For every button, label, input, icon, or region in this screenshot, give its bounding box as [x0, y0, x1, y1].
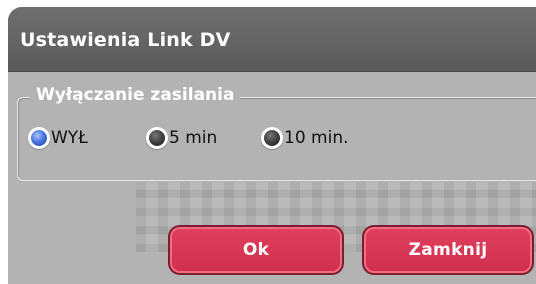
radio-label-10-min: 10 min. — [284, 128, 349, 148]
radio-selected-icon — [28, 127, 50, 149]
radio-unselected-icon — [261, 127, 283, 149]
radio-option-5-min[interactable]: 5 min — [146, 126, 217, 150]
settings-dialog: Ustawienia Link DV Wyłączanie zasilania … — [8, 7, 536, 284]
ok-button[interactable]: Ok — [168, 225, 344, 275]
power-off-group-label: Wyłączanie zasilania — [30, 85, 241, 105]
radio-option-10-min[interactable]: 10 min. — [261, 126, 349, 150]
radio-unselected-icon — [146, 127, 168, 149]
close-button[interactable]: Zamknij — [362, 225, 534, 275]
radio-label-off: WYŁ — [51, 128, 88, 148]
dialog-titlebar: Ustawienia Link DV — [8, 7, 536, 72]
radio-label-5-min: 5 min — [169, 128, 218, 148]
dialog-title: Ustawienia Link DV — [20, 29, 231, 51]
radio-option-off[interactable]: WYŁ — [28, 126, 88, 150]
